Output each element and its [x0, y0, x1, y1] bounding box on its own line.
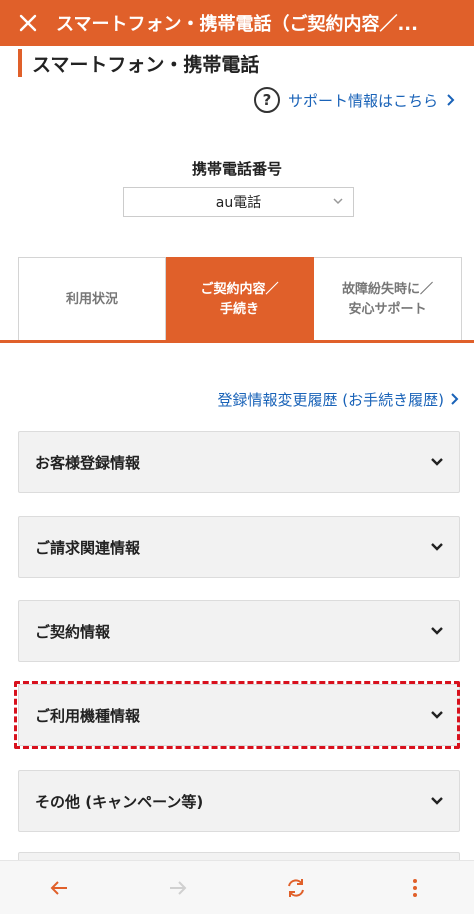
tab-underline [0, 340, 474, 343]
chevron-right-icon [447, 94, 455, 106]
chevron-down-icon [431, 458, 443, 466]
forward-arrow-icon [169, 880, 187, 895]
back-button[interactable] [29, 868, 89, 908]
chevron-right-icon [451, 393, 459, 405]
phone-number-label: 携帯電話番号 [191, 160, 282, 178]
phone-select-value: au電話 [215, 195, 262, 211]
accordion-label: お客様登録情報 [35, 453, 141, 472]
tab-contract-procedures[interactable]: ご契約内容／ 手続き [166, 257, 314, 341]
chevron-down-icon [333, 198, 343, 205]
accordion-label: ご契約情報 [35, 622, 111, 641]
tab-breakdown-support[interactable]: 故障紛失時に／ 安心サポート [314, 257, 462, 341]
refresh-icon [288, 878, 305, 897]
chevron-down-icon [431, 543, 443, 551]
chevron-down-icon [431, 627, 443, 635]
history-link-label: 登録情報変更履歴 (お手続き履歴) [217, 390, 444, 409]
window-title: スマートフォン・携帯電話（ご契約内容／... [56, 14, 418, 35]
title-bar: スマートフォン・携帯電話（ご契約内容／... [0, 0, 474, 46]
refresh-button[interactable] [266, 868, 326, 908]
accordion-contract-info[interactable]: ご契約情報 [18, 600, 460, 662]
highlight-outline [14, 681, 460, 749]
support-info-link[interactable]: ? サポート情報はこちら [253, 86, 456, 114]
back-arrow-icon [50, 880, 68, 895]
accordion-other-campaigns[interactable]: その他 (キャンペーン等) [18, 770, 460, 832]
accordion-label: その他 (キャンペーン等) [35, 792, 204, 811]
close-button[interactable] [0, 14, 56, 32]
registration-history-link[interactable]: 登録情報変更履歴 (お手続き履歴) [218, 388, 460, 410]
help-icon: ? [253, 87, 280, 113]
support-link-label: サポート情報はこちら [287, 91, 438, 110]
tab-usage-status[interactable]: 利用状況 [18, 257, 166, 341]
more-menu-button[interactable] [385, 868, 445, 908]
accordion-customer-info[interactable]: お客様登録情報 [18, 431, 460, 493]
phone-number-select[interactable]: au電話 [123, 187, 354, 217]
chevron-down-icon [431, 797, 443, 805]
page-heading: スマートフォン・携帯電話 [18, 49, 259, 77]
tab-bar: 利用状況 ご契約内容／ 手続き 故障紛失時に／ 安心サポート [18, 257, 474, 341]
accordion-billing-info[interactable]: ご請求関連情報 [18, 516, 460, 578]
close-icon [19, 14, 37, 32]
more-vertical-icon [412, 878, 417, 897]
accordion-label: ご請求関連情報 [35, 538, 141, 557]
forward-button[interactable] [148, 868, 208, 908]
browser-toolbar [0, 860, 474, 914]
